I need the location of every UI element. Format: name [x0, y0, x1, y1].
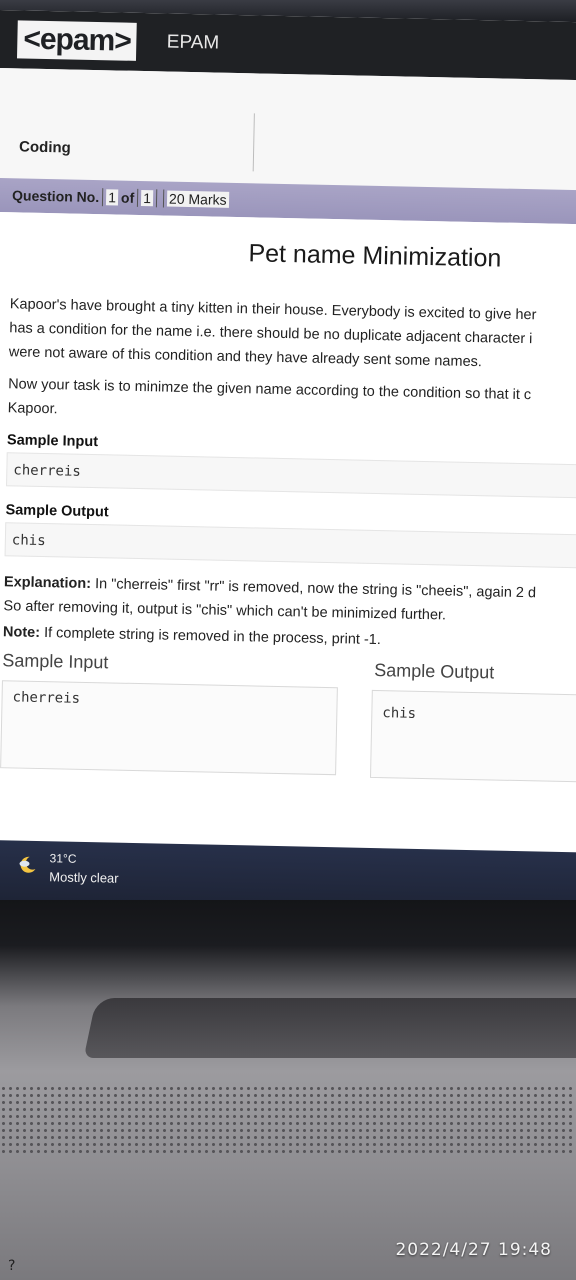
io-output-label: Sample Output: [374, 659, 495, 683]
question-number-label: Question No.: [11, 187, 100, 206]
sample-output-code: chis: [4, 522, 576, 570]
laptop-screen: <epam> EPAM Coding Question No. 1 of 1 2…: [0, 10, 576, 903]
speaker-grille: [0, 1085, 576, 1155]
question-current: 1: [106, 189, 119, 206]
question-total: 1: [141, 190, 154, 207]
sample-input-code: cherreis: [6, 452, 576, 500]
explanation-label: Explanation:: [3, 574, 92, 593]
section-title-coding: Coding: [18, 138, 71, 157]
keyboard-key-label: ?: [8, 1258, 16, 1274]
sample-output-heading: Sample Output: [5, 502, 109, 521]
section-bar: Coding: [0, 67, 576, 191]
divider: [162, 189, 165, 208]
problem-title: Pet name Minimization: [248, 239, 502, 273]
io-input-label: Sample Input: [2, 650, 109, 673]
marks-value: 20 Marks: [166, 190, 229, 208]
note-label: Note:: [2, 624, 41, 641]
note-text: If complete string is removed in the pro…: [39, 624, 382, 649]
photo-timestamp: 2022/4/27 19:48: [395, 1240, 552, 1260]
io-output-box: chis: [369, 689, 576, 783]
weather-temperature[interactable]: 31°C: [49, 851, 76, 866]
problem-content: Pet name Minimization Kapoor's have brou…: [0, 211, 576, 903]
laptop-hinge: [83, 998, 576, 1058]
sample-input-heading: Sample Input: [6, 432, 99, 451]
brand-name: EPAM: [166, 31, 220, 54]
divider: [102, 188, 104, 207]
epam-logo[interactable]: <epam>: [16, 20, 138, 61]
moon-cloud-icon[interactable]: [17, 855, 37, 875]
io-input-box: cherreis: [0, 680, 338, 776]
divider: [137, 188, 139, 207]
divider: [252, 113, 255, 172]
question-of-label: of: [120, 189, 135, 206]
weather-condition[interactable]: Mostly clear: [49, 869, 119, 885]
divider: [155, 189, 158, 208]
